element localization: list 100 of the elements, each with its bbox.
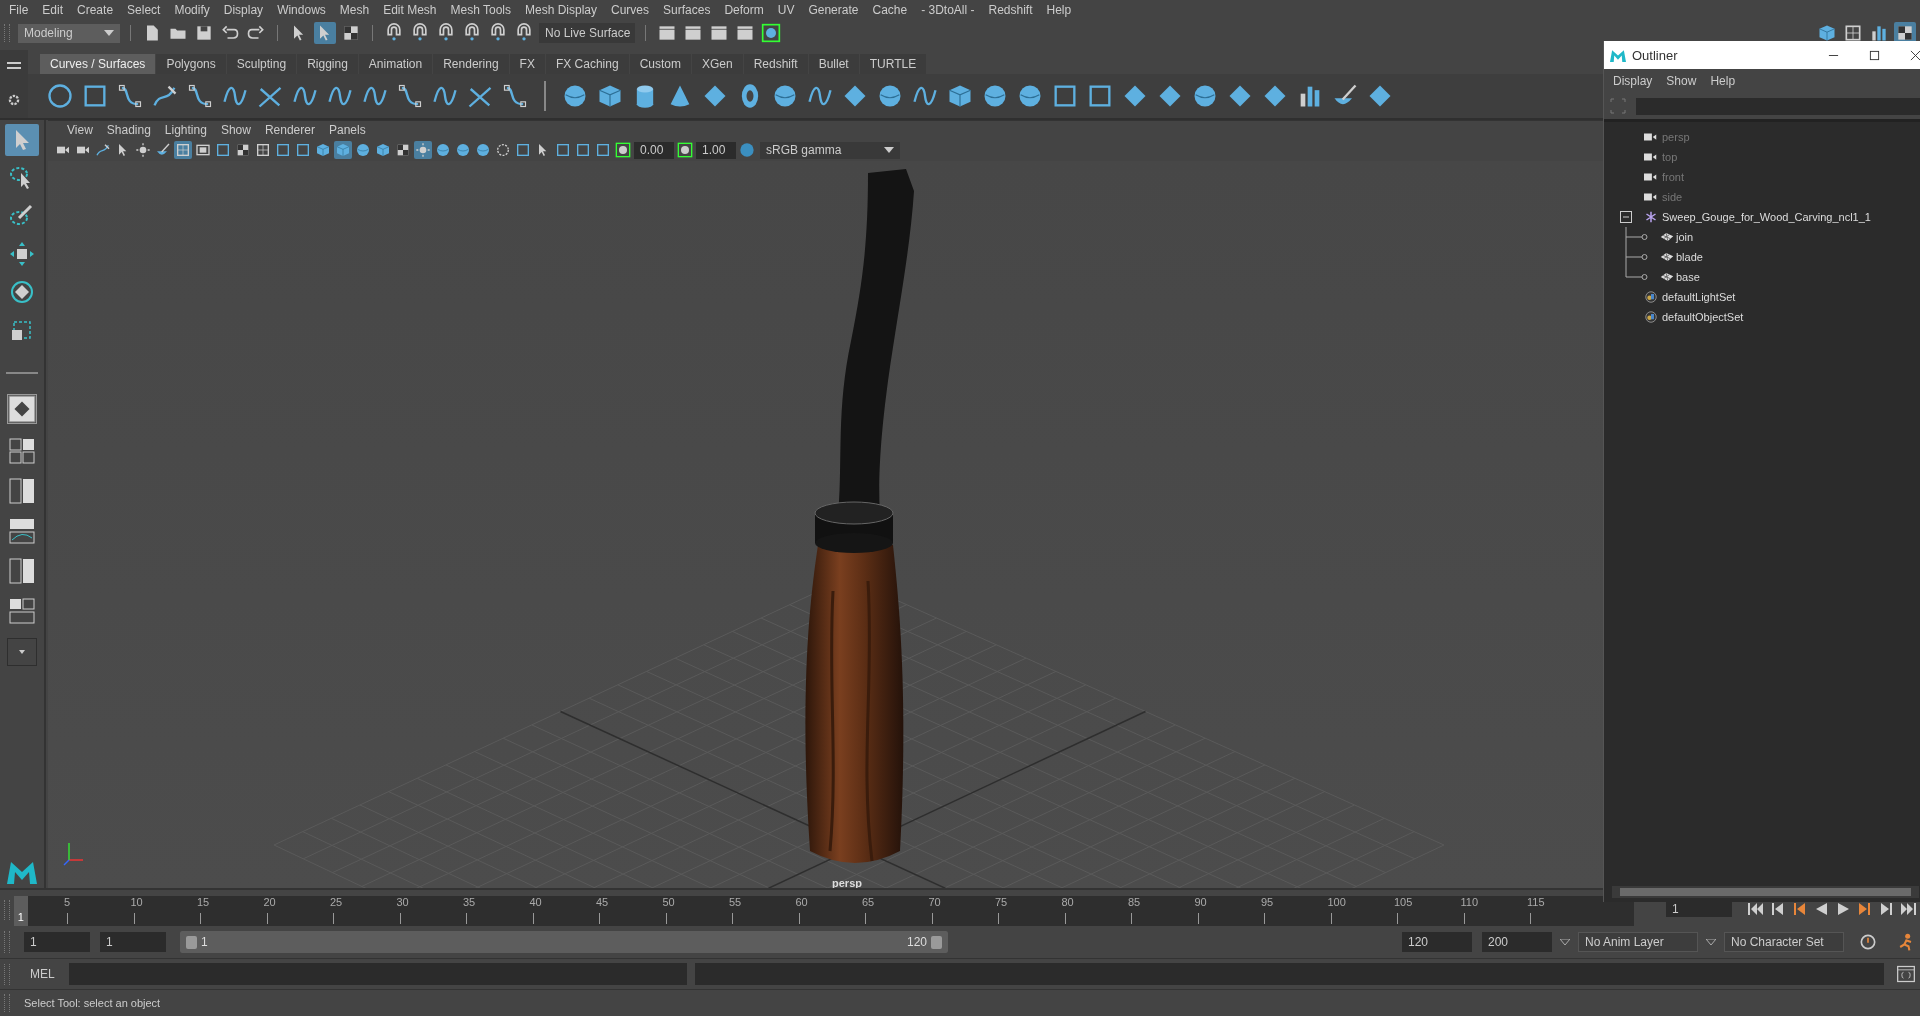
shelf-tab[interactable]: Polygons [156, 54, 226, 74]
script-editor-icon[interactable] [1896, 964, 1916, 984]
anim-layer-field[interactable]: No Anim Layer [1578, 932, 1698, 952]
caret-icon[interactable] [884, 147, 894, 153]
dashed-ring-icon[interactable] [494, 141, 512, 159]
range-slider[interactable]: 1 120 [180, 931, 948, 953]
ipr-render-icon[interactable] [760, 22, 782, 44]
single-pane-layout-icon[interactable] [7, 394, 37, 424]
sphere-icon[interactable] [434, 141, 452, 159]
cube-icon[interactable] [374, 141, 392, 159]
menu-item[interactable]: Mesh [332, 3, 377, 17]
panel-menu-item[interactable]: Show [213, 123, 258, 137]
sphere-icon[interactable] [474, 141, 492, 159]
menu-item[interactable]: - 3DtoAll - [914, 3, 982, 17]
caret-icon[interactable] [1706, 939, 1716, 945]
menu-item[interactable]: Select [120, 3, 168, 17]
square-icon[interactable] [554, 141, 572, 159]
shelf-tab[interactable]: Animation [358, 54, 433, 74]
dotted-curve-icon[interactable] [186, 82, 214, 110]
square-icon[interactable] [214, 141, 232, 159]
shelf-tab[interactable]: Bullet [808, 54, 859, 74]
shelf-tab[interactable]: XGen [691, 54, 743, 74]
panel-menu-item[interactable]: Shading [99, 123, 158, 137]
range-start-handle[interactable] [186, 935, 197, 949]
menu-item[interactable]: Surfaces [656, 3, 718, 17]
shelf-tab[interactable]: Custom [629, 54, 691, 74]
shelf-tab[interactable]: Sculpting [226, 54, 297, 74]
shelf-tab[interactable]: Redshift [743, 54, 808, 74]
cube-icon[interactable] [314, 141, 332, 159]
outliner-item[interactable]: top [1604, 147, 1920, 167]
caret-icon[interactable] [1560, 939, 1570, 945]
panel-menu-item[interactable]: Lighting [157, 123, 214, 137]
outliner-item[interactable]: front [1604, 167, 1920, 187]
shelf-tab[interactable]: Rigging [297, 54, 358, 74]
square-icon[interactable] [294, 141, 312, 159]
outliner-item[interactable]: defaultObjectSet [1604, 307, 1920, 327]
square-icon[interactable] [574, 141, 592, 159]
color-space-dropdown[interactable]: sRGB gamma [760, 141, 900, 159]
dotted-curve-icon[interactable] [396, 82, 424, 110]
menu-item[interactable]: File [2, 3, 36, 17]
dotted-curve-icon[interactable] [116, 82, 144, 110]
shelf-tab[interactable]: TURTLE [859, 54, 927, 74]
collapse-toggle-icon[interactable] [1620, 211, 1632, 223]
shelf-tab[interactable]: FX Caching [545, 54, 629, 74]
pencil-icon[interactable] [94, 141, 112, 159]
panel-menu-item[interactable]: Panels [321, 123, 373, 137]
maximize-icon[interactable] [1869, 49, 1880, 61]
start-frame-field[interactable]: 1 [24, 932, 90, 952]
close-icon[interactable] [1910, 49, 1920, 61]
panel-menu-item[interactable]: View [60, 123, 100, 137]
outliner-item[interactable]: join [1604, 227, 1920, 247]
outliner-menu-item[interactable]: Show [1659, 74, 1704, 88]
grid-icon[interactable] [254, 141, 272, 159]
four-pane-layout-icon[interactable] [9, 438, 35, 464]
outliner-menu-item[interactable]: Display [1606, 74, 1660, 88]
menu-item[interactable]: Curves [604, 3, 657, 17]
graph-layout-icon[interactable] [9, 518, 35, 544]
caret-icon[interactable] [104, 30, 114, 36]
menu-item[interactable]: Modify [167, 3, 217, 17]
menu-item[interactable]: Create [70, 3, 121, 17]
outliner-item[interactable]: defaultLightSet [1604, 287, 1920, 307]
menu-item[interactable]: UV [770, 3, 802, 17]
menu-item[interactable]: Edit Mesh [376, 3, 444, 17]
search-field[interactable] [1636, 97, 1920, 115]
menu-item[interactable]: Cache [865, 3, 915, 17]
sphere-icon[interactable] [354, 141, 372, 159]
outliner-layout-icon[interactable] [9, 558, 35, 584]
shelf-tab[interactable]: Rendering [433, 54, 509, 74]
gamma-field[interactable]: 1.00 [696, 141, 736, 159]
checker-icon[interactable] [1894, 22, 1916, 44]
playback-start-field[interactable]: 1 [100, 932, 166, 952]
hypershade-layout-icon[interactable] [9, 598, 35, 624]
time-slider[interactable]: 1 5 10 15 20 25 30 35 40 45 50 55 60 65 70 75 80 85 90 95 100 105 110 115 [14, 896, 1634, 926]
character-set-field[interactable]: No Character Set [1724, 932, 1844, 952]
menu-item[interactable]: Display [216, 3, 271, 17]
live-surface-field[interactable]: No Live Surface [539, 23, 635, 43]
menu-item[interactable]: Mesh Tools [443, 3, 518, 17]
square-icon[interactable] [514, 141, 532, 159]
command-input-field[interactable] [68, 963, 687, 985]
settings-icon[interactable] [7, 93, 21, 107]
menu-item[interactable]: Deform [717, 3, 771, 17]
menu-item[interactable]: Redshift [981, 3, 1040, 17]
menu-item[interactable]: Mesh Display [518, 3, 605, 17]
menu-item[interactable]: Help [1039, 3, 1079, 17]
caret-icon[interactable] [19, 650, 25, 654]
dotted-curve-icon[interactable] [501, 82, 529, 110]
mode-dropdown[interactable]: Modeling [18, 23, 120, 43]
outliner-item[interactable]: base [1604, 267, 1920, 287]
playback-end-field[interactable]: 120 [1402, 932, 1472, 952]
menu-item[interactable]: Edit [35, 3, 71, 17]
two-pane-layout-icon[interactable] [9, 478, 35, 504]
panel-menu-item[interactable]: Renderer [257, 123, 322, 137]
square-icon[interactable] [594, 141, 612, 159]
menu-item[interactable]: Generate [801, 3, 866, 17]
clock-icon[interactable] [1858, 932, 1878, 952]
range-end-handle[interactable] [931, 935, 942, 949]
light-icon[interactable] [134, 141, 152, 159]
shelf-tab[interactable]: FX [509, 54, 545, 74]
outliner-item[interactable]: Sweep_Gouge_for_Wood_Carving_ncl1_1 [1604, 207, 1920, 227]
outliner-menu-item[interactable]: Help [1703, 74, 1743, 88]
